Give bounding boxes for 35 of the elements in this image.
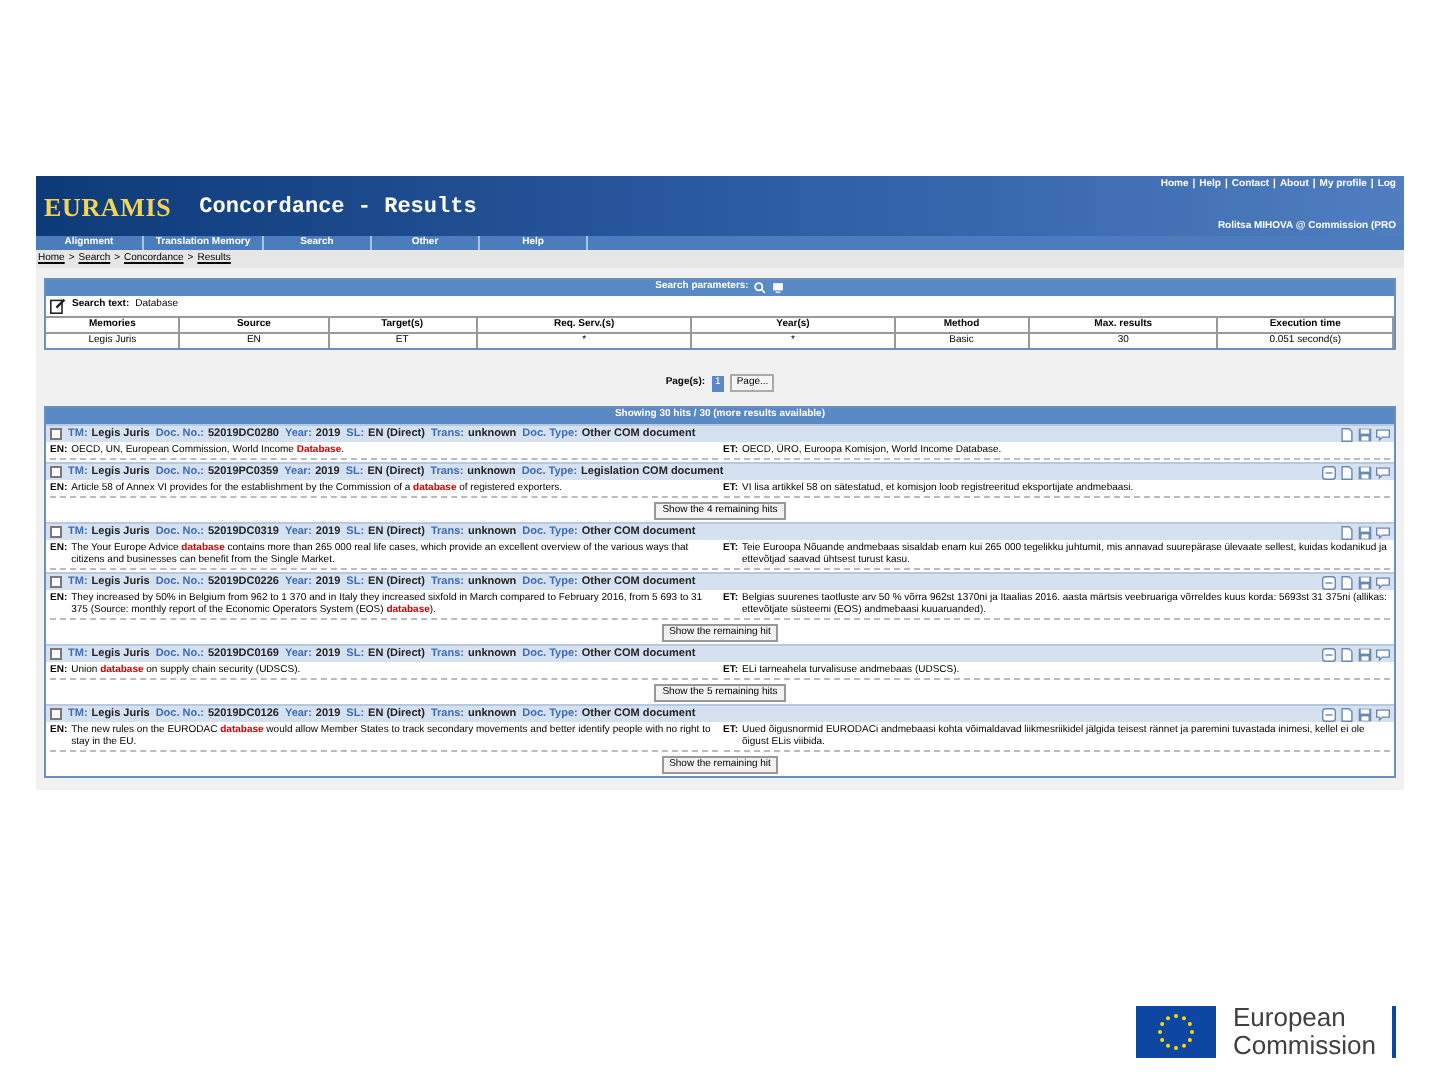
save-icon[interactable] — [1358, 427, 1372, 441]
comment-icon[interactable] — [1376, 575, 1390, 589]
logo: EURAMIS — [44, 190, 172, 227]
document-icon[interactable] — [1340, 525, 1354, 539]
document-icon[interactable] — [1340, 575, 1354, 589]
collapse-icon[interactable] — [1322, 575, 1336, 589]
comment-icon[interactable] — [1376, 707, 1390, 721]
checkbox[interactable] — [50, 576, 62, 588]
eu-flag-icon — [1136, 1006, 1217, 1058]
page-title: Concordance - Results — [199, 193, 477, 224]
edit-icon — [50, 298, 66, 314]
checkbox[interactable] — [50, 466, 62, 478]
monitor-icon[interactable] — [772, 282, 785, 294]
comment-icon[interactable] — [1376, 465, 1390, 479]
save-icon[interactable] — [1358, 575, 1372, 589]
checkbox[interactable] — [50, 428, 62, 440]
comment-icon[interactable] — [1376, 647, 1390, 661]
comment-icon[interactable] — [1376, 525, 1390, 539]
save-icon[interactable] — [1358, 647, 1372, 661]
save-icon[interactable] — [1358, 707, 1372, 721]
search-icon[interactable] — [754, 282, 767, 294]
logo-text: Commission — [1232, 1032, 1376, 1060]
document-icon[interactable] — [1340, 647, 1354, 661]
save-icon[interactable] — [1358, 465, 1372, 479]
collapse-icon[interactable] — [1322, 707, 1336, 721]
checkbox[interactable] — [50, 648, 62, 660]
comment-icon[interactable] — [1376, 427, 1390, 441]
logo-text: European — [1232, 1004, 1348, 1032]
checkbox[interactable] — [50, 526, 62, 538]
save-icon[interactable] — [1358, 525, 1372, 539]
collapse-icon[interactable] — [1322, 465, 1336, 479]
document-icon[interactable] — [1340, 465, 1354, 479]
checkbox[interactable] — [50, 708, 62, 720]
collapse-icon[interactable] — [1322, 647, 1336, 661]
document-icon[interactable] — [1340, 707, 1354, 721]
